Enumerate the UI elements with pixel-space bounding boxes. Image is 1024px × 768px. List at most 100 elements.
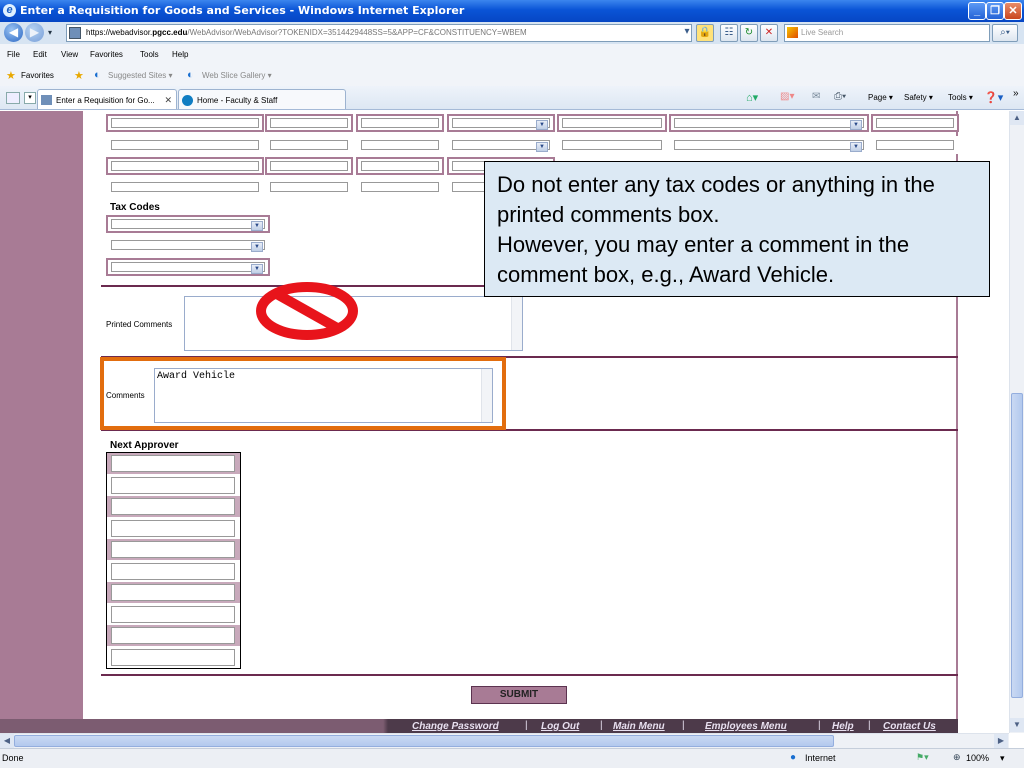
approver-field[interactable] — [111, 627, 235, 644]
feeds-icon[interactable]: ▨▾ — [780, 91, 794, 102]
vertical-scroll-thumb[interactable] — [1011, 393, 1023, 698]
line-item-field[interactable] — [265, 136, 353, 154]
employees-menu-link[interactable]: Employees Menu — [705, 721, 787, 732]
tab-home-faculty[interactable]: Home - Faculty & Staff — [178, 89, 346, 109]
web-slice-gallery-link[interactable]: Web Slice Gallery ▾ — [202, 71, 272, 80]
stop-icon[interactable]: ✕ — [760, 24, 778, 42]
line-item-field[interactable] — [265, 114, 353, 132]
line-item-field[interactable] — [356, 136, 444, 154]
line-item-select[interactable]: ▼ — [447, 114, 555, 132]
approver-field[interactable] — [111, 477, 235, 494]
chevron-down-icon[interactable]: ▼ — [251, 242, 263, 252]
approver-field[interactable] — [111, 498, 235, 515]
page-menu[interactable]: Page ▾ — [868, 93, 893, 102]
menu-tools[interactable]: Tools — [140, 50, 159, 59]
approver-field[interactable] — [111, 520, 235, 537]
chevron-down-icon[interactable]: ▼ — [536, 120, 548, 130]
line-item-field[interactable] — [871, 136, 959, 154]
tab-list-icon[interactable]: ▾ — [24, 92, 36, 104]
scroll-right-icon[interactable]: ▶ — [994, 734, 1008, 748]
close-tab-icon[interactable]: ✕ — [164, 95, 172, 106]
tab-requisition[interactable]: Enter a Requisition for Go... ✕ — [37, 89, 177, 109]
address-input[interactable]: https://webadvisor.pgcc.edu/WebAdvisor/W… — [66, 24, 692, 42]
quick-tabs-icon[interactable] — [6, 92, 20, 104]
log-out-link[interactable]: Log Out — [541, 721, 579, 732]
address-dropdown-icon[interactable]: ▾ — [678, 24, 696, 42]
change-password-link[interactable]: Change Password — [412, 721, 499, 732]
line-item-field[interactable] — [265, 178, 353, 196]
scroll-left-icon[interactable]: ◀ — [0, 734, 14, 748]
search-input[interactable]: Live Search — [784, 24, 990, 42]
back-button[interactable]: ◀ — [4, 23, 23, 42]
print-icon[interactable]: ⎙▾ — [834, 91, 846, 102]
menu-favorites[interactable]: Favorites — [90, 50, 123, 59]
zoom-level[interactable]: 100% — [966, 753, 989, 763]
forward-button[interactable]: ▶ — [25, 23, 44, 42]
approver-field[interactable] — [111, 455, 235, 472]
favorites-button[interactable]: Favorites — [21, 71, 54, 80]
contact-us-link[interactable]: Contact Us — [883, 721, 936, 732]
tax-code-select-1[interactable]: ▼ — [106, 215, 270, 233]
approver-field[interactable] — [111, 584, 235, 601]
line-item-field[interactable] — [356, 114, 444, 132]
minimize-button[interactable]: _ — [968, 2, 986, 20]
line-item-select[interactable]: ▼ — [669, 136, 869, 154]
line-item-select[interactable]: ▼ — [447, 136, 555, 154]
refresh-icon[interactable]: ↻ — [740, 24, 758, 42]
tax-code-select-2[interactable]: ▼ — [106, 236, 270, 254]
line-item-field[interactable] — [106, 136, 264, 154]
url-domain: pgcc.edu — [152, 28, 188, 37]
main-menu-link[interactable]: Main Menu — [613, 721, 665, 732]
line-item-select[interactable]: ▼ — [669, 114, 869, 132]
line-item-field[interactable] — [356, 178, 444, 196]
tools-menu[interactable]: Tools ▾ — [948, 93, 973, 102]
chevron-down-icon[interactable]: ▼ — [850, 120, 862, 130]
line-item-field[interactable] — [106, 114, 264, 132]
tax-code-select-3[interactable]: ▼ — [106, 258, 270, 276]
line-item-field[interactable] — [265, 157, 353, 175]
safety-menu[interactable]: Safety ▾ — [904, 93, 933, 102]
compatibility-view-icon[interactable]: ☷ — [720, 24, 738, 42]
help-icon[interactable]: ❓▾ — [984, 91, 1003, 104]
menu-view[interactable]: View — [61, 50, 78, 59]
horizontal-scrollbar[interactable]: ◀ ▶ — [0, 733, 1009, 748]
menu-help[interactable]: Help — [172, 50, 188, 59]
line-item-field[interactable] — [106, 178, 264, 196]
protected-mode-icon[interactable]: ⚑▾ — [916, 752, 929, 763]
search-go-icon[interactable]: ⌕▾ — [992, 24, 1018, 42]
help-link[interactable]: Help — [832, 721, 854, 732]
close-window-button[interactable]: ✕ — [1004, 2, 1022, 20]
chevron-down-icon[interactable]: ▼ — [251, 264, 263, 274]
line-item-field[interactable] — [356, 157, 444, 175]
restore-button[interactable]: ❐ — [986, 2, 1004, 20]
chevron-down-icon[interactable]: ▼ — [536, 142, 548, 152]
home-icon[interactable]: ⌂▾ — [746, 91, 758, 104]
scroll-down-icon[interactable]: ▼ — [1010, 718, 1024, 732]
line-item-field[interactable] — [871, 114, 959, 132]
menu-edit[interactable]: Edit — [33, 50, 47, 59]
lock-icon[interactable]: 🔒 — [696, 24, 714, 42]
scroll-up-icon[interactable]: ▲ — [1010, 111, 1024, 125]
line-item-field[interactable] — [557, 114, 667, 132]
line-item-field[interactable] — [557, 136, 667, 154]
printed-comments-scrollbar[interactable] — [511, 297, 522, 350]
horizontal-scroll-thumb[interactable] — [14, 735, 834, 747]
chevron-down-icon[interactable]: ▼ — [850, 142, 862, 152]
add-favorite-icon[interactable]: ★ — [74, 69, 84, 82]
zoom-dropdown-icon[interactable]: ▾ — [1000, 753, 1005, 764]
mail-icon[interactable]: ✉ — [812, 91, 820, 102]
submit-button[interactable]: SUBMIT — [471, 686, 567, 704]
search-placeholder: Live Search — [801, 28, 844, 37]
history-dropdown-icon[interactable]: ▾ — [48, 28, 52, 37]
approver-field[interactable] — [111, 649, 235, 666]
menu-file[interactable]: File — [7, 50, 20, 59]
vertical-scrollbar[interactable]: ▲ ▼ — [1009, 111, 1024, 733]
zoom-icon[interactable]: ⊕ — [953, 752, 961, 763]
approver-field[interactable] — [111, 563, 235, 580]
chevron-down-icon[interactable]: ▼ — [251, 221, 263, 231]
line-item-field[interactable] — [106, 157, 264, 175]
chevron-more-icon[interactable]: » — [1013, 88, 1019, 99]
suggested-sites-link[interactable]: Suggested Sites ▾ — [108, 71, 173, 80]
approver-field[interactable] — [111, 606, 235, 623]
approver-field[interactable] — [111, 541, 235, 558]
